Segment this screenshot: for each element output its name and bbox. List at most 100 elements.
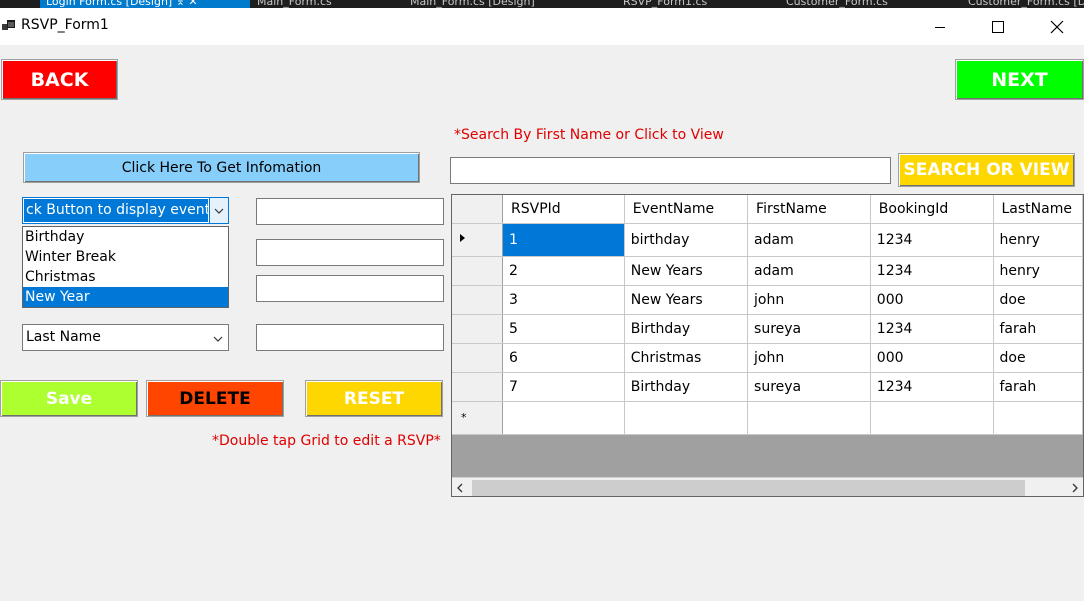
rsvp-window: Login Form.cs [Design] ⌅ ✕ Main_Form.cs … xyxy=(0,0,1084,601)
background-tab[interactable]: Customer_Form.cs [D xyxy=(968,0,1084,8)
table-cell[interactable]: 000 xyxy=(870,285,994,315)
get-information-button[interactable]: Click Here To Get Infomation xyxy=(23,152,420,183)
scroll-left-icon[interactable] xyxy=(455,483,465,493)
name-combo[interactable]: Last Name xyxy=(22,324,229,351)
rsvp-grid[interactable]: RSVPId EventName FirstName BookingId Las… xyxy=(451,194,1084,497)
next-button[interactable]: NEXT xyxy=(955,59,1084,100)
chevron-down-icon xyxy=(213,336,223,342)
edit-hint-label: *Double tap Grid to edit a RSVP* xyxy=(212,433,441,449)
rsvp-table: RSVPId EventName FirstName BookingId Las… xyxy=(452,195,1083,435)
table-cell[interactable]: doe xyxy=(993,343,1083,373)
table-cell[interactable]: john xyxy=(747,343,871,373)
table-cell[interactable]: farah xyxy=(993,314,1083,344)
background-tab[interactable]: Main_Form.cs xyxy=(257,0,332,8)
table-cell[interactable]: sureya xyxy=(747,314,871,344)
table-row[interactable]: 1 birthday adam 1234 henry xyxy=(452,223,1083,257)
table-row[interactable]: 2 New Years adam 1234 henry xyxy=(452,256,1083,286)
event-text-field[interactable] xyxy=(256,198,444,225)
row-header[interactable] xyxy=(452,343,503,373)
row-header[interactable] xyxy=(452,256,503,286)
background-tab[interactable]: Customer_Form.cs xyxy=(786,0,888,8)
first-name-field[interactable] xyxy=(256,239,444,266)
event-option-birthday[interactable]: Birthday xyxy=(23,227,228,247)
table-cell[interactable]: Christmas xyxy=(624,343,749,373)
table-cell[interactable]: Birthday xyxy=(624,314,749,344)
column-header-rsvpid[interactable]: RSVPId xyxy=(502,195,625,224)
reset-button[interactable]: RESET xyxy=(305,380,443,417)
column-header-bookingid[interactable]: BookingId xyxy=(870,195,994,224)
close-window-button[interactable] xyxy=(1034,8,1080,45)
event-dropdown-list: Birthday Winter Break Christmas New Year xyxy=(22,226,229,308)
background-tab[interactable]: RSVP_Form1.cs xyxy=(623,0,707,8)
table-cell[interactable]: adam xyxy=(747,223,871,257)
grid-corner-cell[interactable] xyxy=(452,195,503,224)
delete-button[interactable]: DELETE xyxy=(146,380,284,417)
background-tab[interactable]: Main_Form.cs [Design] xyxy=(410,0,535,8)
table-cell[interactable]: henry xyxy=(993,256,1083,286)
table-cell[interactable]: birthday xyxy=(624,223,749,257)
new-row-asterisk-icon: * xyxy=(461,411,467,424)
background-tab[interactable]: Login Form.cs [Design] ⌅ ✕ xyxy=(46,0,198,8)
table-cell[interactable]: 3 xyxy=(502,285,625,315)
event-option-winter-break[interactable]: Winter Break xyxy=(23,247,228,267)
table-cell[interactable]: 1234 xyxy=(870,256,994,286)
table-cell[interactable]: 5 xyxy=(502,314,625,344)
last-name-field[interactable] xyxy=(256,324,444,351)
name-combo-value: Last Name xyxy=(26,329,101,345)
row-header[interactable]: * xyxy=(452,401,503,435)
event-combo-dropdown-button[interactable] xyxy=(209,198,228,223)
table-cell[interactable]: 1234 xyxy=(870,372,994,402)
table-cell[interactable]: 7 xyxy=(502,372,625,402)
row-header[interactable] xyxy=(452,314,503,344)
search-or-view-button[interactable]: SEARCH OR VIEW xyxy=(898,153,1075,187)
table-row[interactable]: 3 New Years john 000 doe xyxy=(452,285,1083,315)
table-cell[interactable]: New Years xyxy=(624,285,749,315)
scrollbar-thumb[interactable] xyxy=(472,480,1025,496)
table-row[interactable]: 7 Birthday sureya 1234 farah xyxy=(452,372,1083,402)
column-header-eventname[interactable]: EventName xyxy=(624,195,749,224)
table-cell[interactable] xyxy=(502,401,625,435)
maximize-button[interactable] xyxy=(975,8,1021,45)
column-header-lastname[interactable]: LastName xyxy=(993,195,1083,224)
table-cell[interactable] xyxy=(747,401,871,435)
minimize-button[interactable] xyxy=(917,8,963,45)
chevron-down-icon xyxy=(214,208,224,214)
new-row[interactable]: * xyxy=(452,401,1083,435)
table-cell[interactable]: john xyxy=(747,285,871,315)
table-cell[interactable]: sureya xyxy=(747,372,871,402)
table-cell[interactable]: doe xyxy=(993,285,1083,315)
table-row[interactable]: 6 Christmas john 000 doe xyxy=(452,343,1083,373)
row-header[interactable] xyxy=(452,285,503,315)
save-button[interactable]: Save xyxy=(0,380,138,417)
row-header[interactable] xyxy=(452,223,503,257)
event-option-christmas[interactable]: Christmas xyxy=(23,267,228,287)
table-cell[interactable]: 1 xyxy=(502,223,625,257)
table-cell[interactable]: Birthday xyxy=(624,372,749,402)
row-header[interactable] xyxy=(452,372,503,402)
table-cell[interactable]: henry xyxy=(993,223,1083,257)
background-tab-strip: Login Form.cs [Design] ⌅ ✕ Main_Form.cs … xyxy=(0,0,1084,8)
column-header-firstname[interactable]: FirstName xyxy=(747,195,871,224)
scroll-right-icon[interactable] xyxy=(1070,483,1080,493)
table-cell[interactable]: adam xyxy=(747,256,871,286)
table-cell[interactable]: 000 xyxy=(870,343,994,373)
event-combo-value: ck Button to display event... xyxy=(24,199,208,222)
table-cell[interactable]: 6 xyxy=(502,343,625,373)
maximize-icon xyxy=(992,20,1004,33)
table-cell[interactable] xyxy=(993,401,1083,435)
table-cell[interactable]: 2 xyxy=(502,256,625,286)
table-cell[interactable]: farah xyxy=(993,372,1083,402)
horizontal-scrollbar[interactable] xyxy=(452,477,1083,496)
app-window-icon xyxy=(2,20,15,30)
table-cell[interactable]: 1234 xyxy=(870,223,994,257)
table-cell[interactable] xyxy=(870,401,994,435)
table-cell[interactable] xyxy=(624,401,749,435)
back-button[interactable]: BACK xyxy=(1,59,118,100)
search-input[interactable] xyxy=(450,157,891,184)
table-cell[interactable]: New Years xyxy=(624,256,749,286)
event-option-new-year[interactable]: New Year xyxy=(23,287,228,307)
table-row[interactable]: 5 Birthday sureya 1234 farah xyxy=(452,314,1083,344)
table-cell[interactable]: 1234 xyxy=(870,314,994,344)
booking-id-field[interactable] xyxy=(256,275,444,302)
event-combo[interactable]: ck Button to display event... xyxy=(22,197,229,224)
